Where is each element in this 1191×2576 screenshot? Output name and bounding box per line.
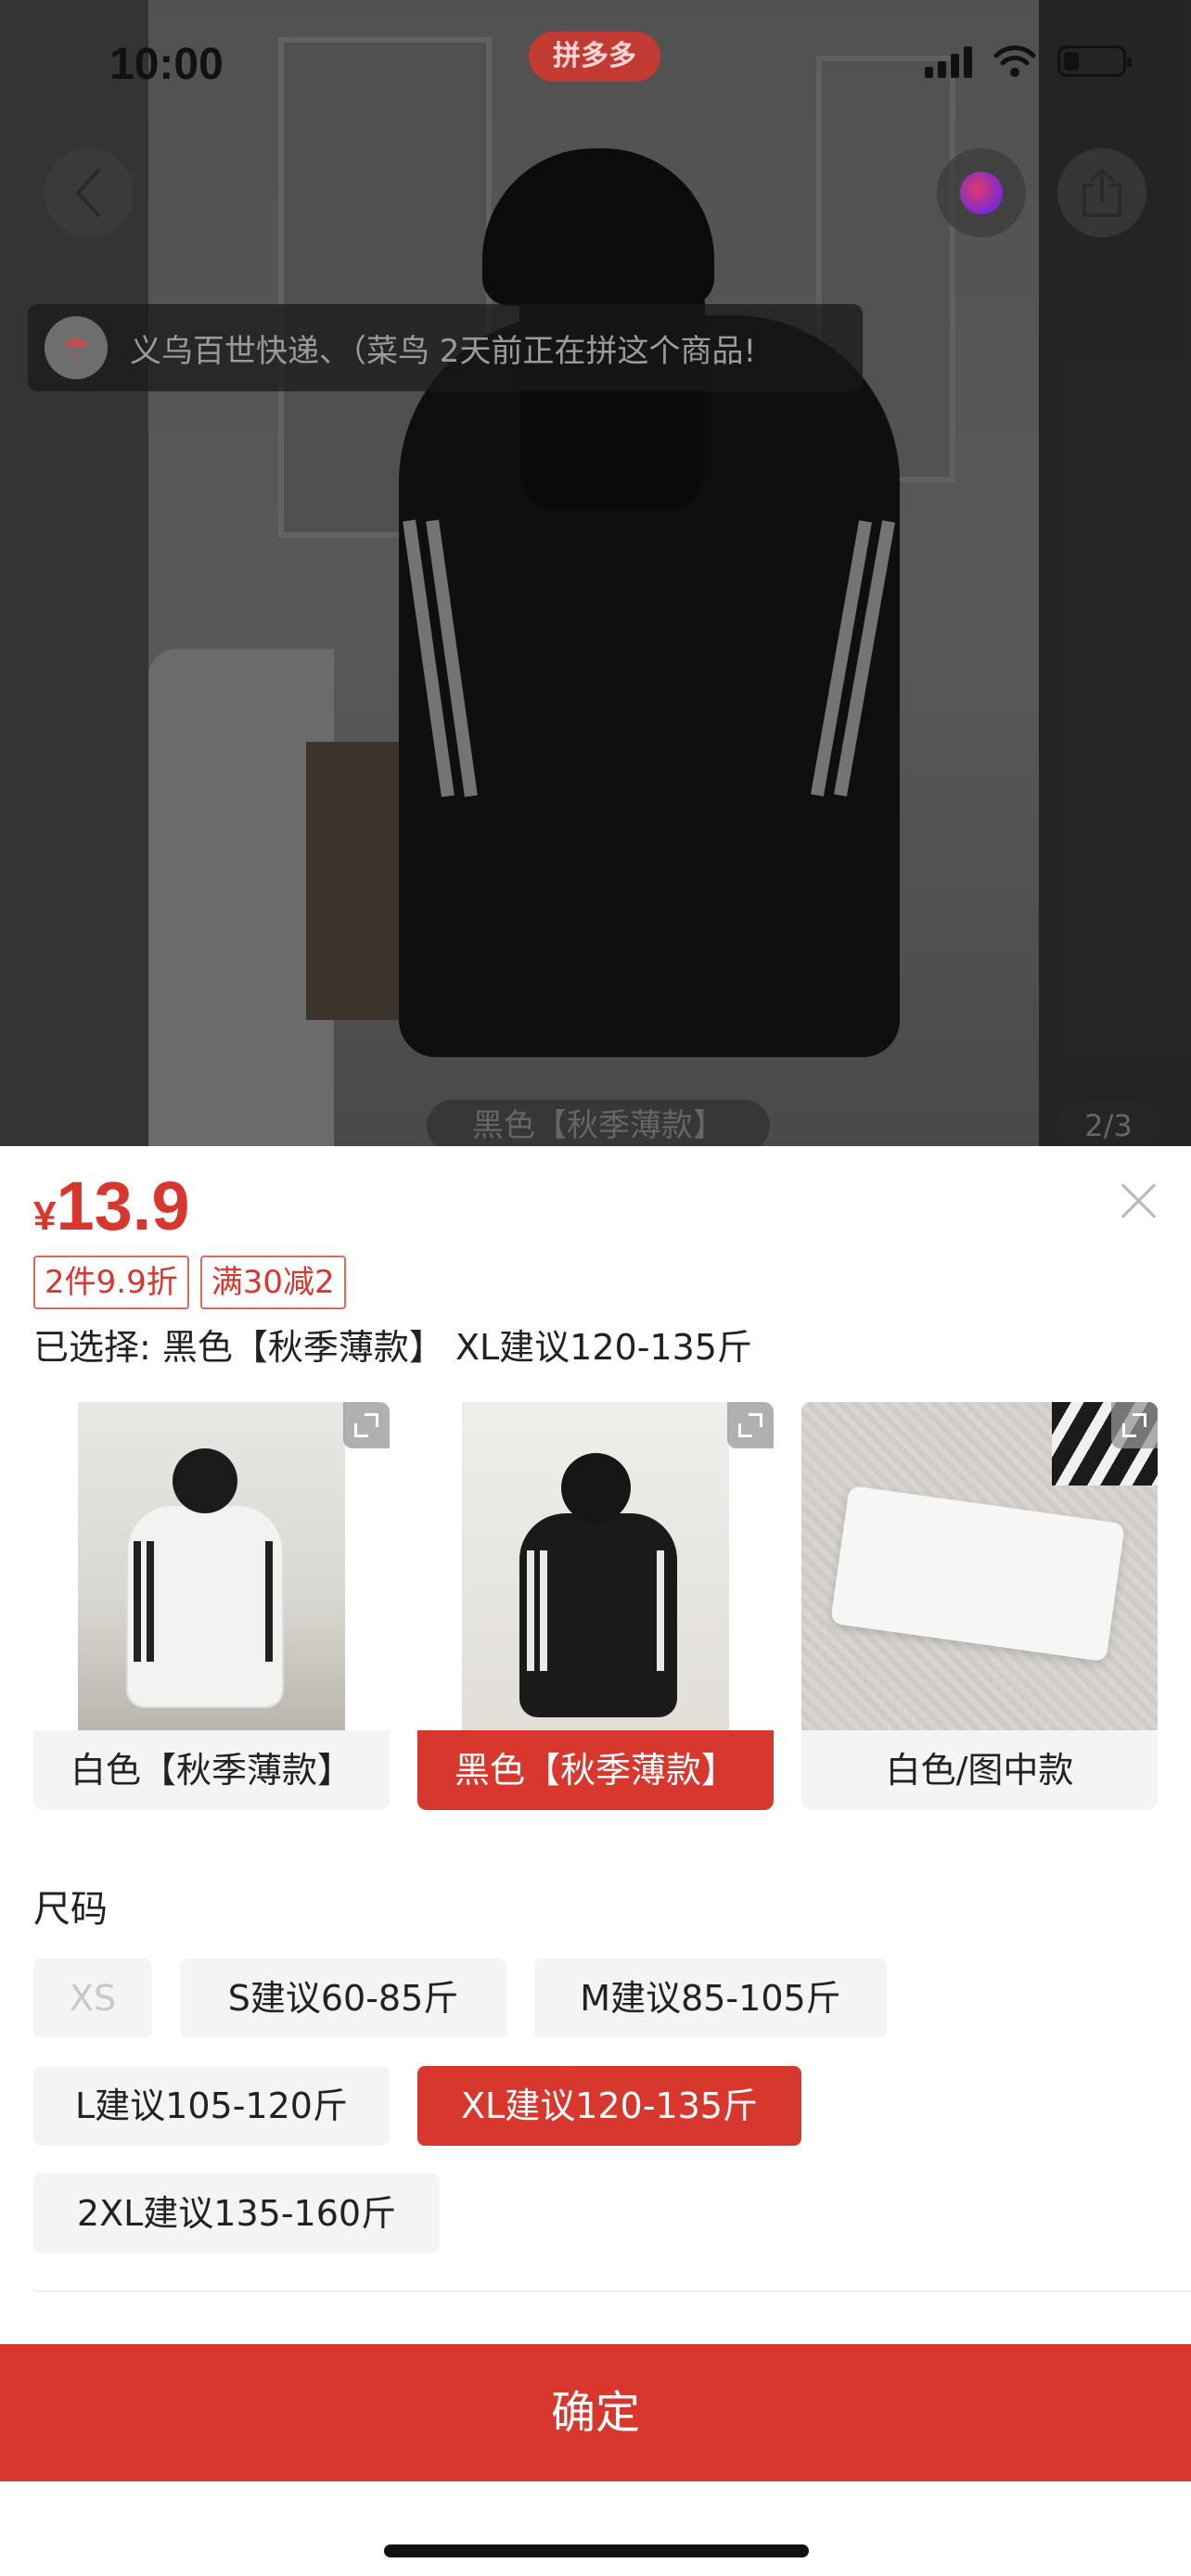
price-currency: ¥ <box>33 1193 57 1239</box>
expand-icon[interactable] <box>1111 1402 1158 1448</box>
price-value: 13.9 <box>56 1167 190 1244</box>
chevron-left-icon <box>75 169 100 217</box>
favorite-button[interactable] <box>937 148 1026 237</box>
selected-sku-text: 已选择: 黑色【秋季薄款】 XL建议120-135斤 <box>33 1327 752 1368</box>
promo-tags: 2件9.9折 满30减2 <box>33 1256 346 1309</box>
expand-icon[interactable] <box>343 1402 390 1448</box>
size-option-l[interactable]: L建议105-120斤 <box>33 2066 390 2146</box>
cellular-signal-icon <box>925 45 972 78</box>
color-option-white[interactable]: 白色【秋季薄款】 <box>33 1402 390 1810</box>
promo-tag: 2件9.9折 <box>33 1256 189 1309</box>
app-badge: 拼多多 <box>529 32 660 82</box>
image-caption: 黑色【秋季薄款】 <box>427 1100 770 1146</box>
sku-selection-sheet: ¥13.9 2件9.9折 满30减2 已选择: 黑色【秋季薄款】 XL建议120… <box>0 1146 1191 2576</box>
status-icons <box>925 45 1132 78</box>
close-icon[interactable] <box>1115 1178 1161 1224</box>
back-button[interactable] <box>45 148 134 237</box>
promo-tag: 满30减2 <box>199 1256 346 1309</box>
color-options: 白色【秋季薄款】 黑色【秋季薄款】 白色/图中款 <box>33 1402 1158 1810</box>
share-button[interactable] <box>1057 148 1146 237</box>
size-option-xl[interactable]: XL建议120-135斤 <box>417 2066 801 2146</box>
color-option-label: 白色/图中款 <box>885 1750 1074 1791</box>
home-indicator[interactable] <box>384 2544 809 2557</box>
size-option-m[interactable]: M建议85-105斤 <box>534 1958 887 2038</box>
heart-icon <box>960 172 1003 214</box>
color-option-label: 白色【秋季薄款】 <box>70 1750 352 1791</box>
notice-text: 义乌百世快递、（菜鸟 2天前正在拼这个商品! <box>130 332 757 370</box>
wifi-icon <box>993 45 1036 77</box>
size-option-xs[interactable]: XS <box>33 1958 152 2038</box>
battery-icon <box>1057 45 1132 77</box>
group-buy-notice: ☂ 义乌百世快递、（菜鸟 2天前正在拼这个商品! <box>28 304 863 391</box>
price: ¥13.9 <box>33 1167 190 1245</box>
color-option-image <box>417 1402 774 1730</box>
status-time: 10:00 <box>109 40 224 89</box>
size-option-2xl[interactable]: 2XL建议135-160斤 <box>33 2174 440 2253</box>
image-page-indicator: 2/3 <box>1057 1100 1159 1146</box>
share-icon <box>1082 168 1121 217</box>
size-option-s[interactable]: S建议60-85斤 <box>180 1958 506 2038</box>
divider <box>33 2290 1191 2292</box>
color-option-white-pictured[interactable]: 白色/图中款 <box>801 1402 1158 1810</box>
color-option-image <box>801 1402 1158 1730</box>
size-section-title: 尺码 <box>33 1888 108 1931</box>
buyer-avatar: ☂ <box>45 316 108 379</box>
expand-icon[interactable] <box>727 1402 774 1448</box>
product-image-gallery[interactable]: 10:00 拼多多 ☂ 义乌百世快递、（菜鸟 2天前正在拼这个商品! 黑色【秋季… <box>0 0 1191 1146</box>
color-option-label: 黑色【秋季薄款】 <box>417 1730 774 1810</box>
color-option-black[interactable]: 黑色【秋季薄款】 <box>417 1402 774 1810</box>
color-option-image <box>33 1402 390 1730</box>
confirm-button[interactable]: 确定 <box>0 2344 1191 2481</box>
